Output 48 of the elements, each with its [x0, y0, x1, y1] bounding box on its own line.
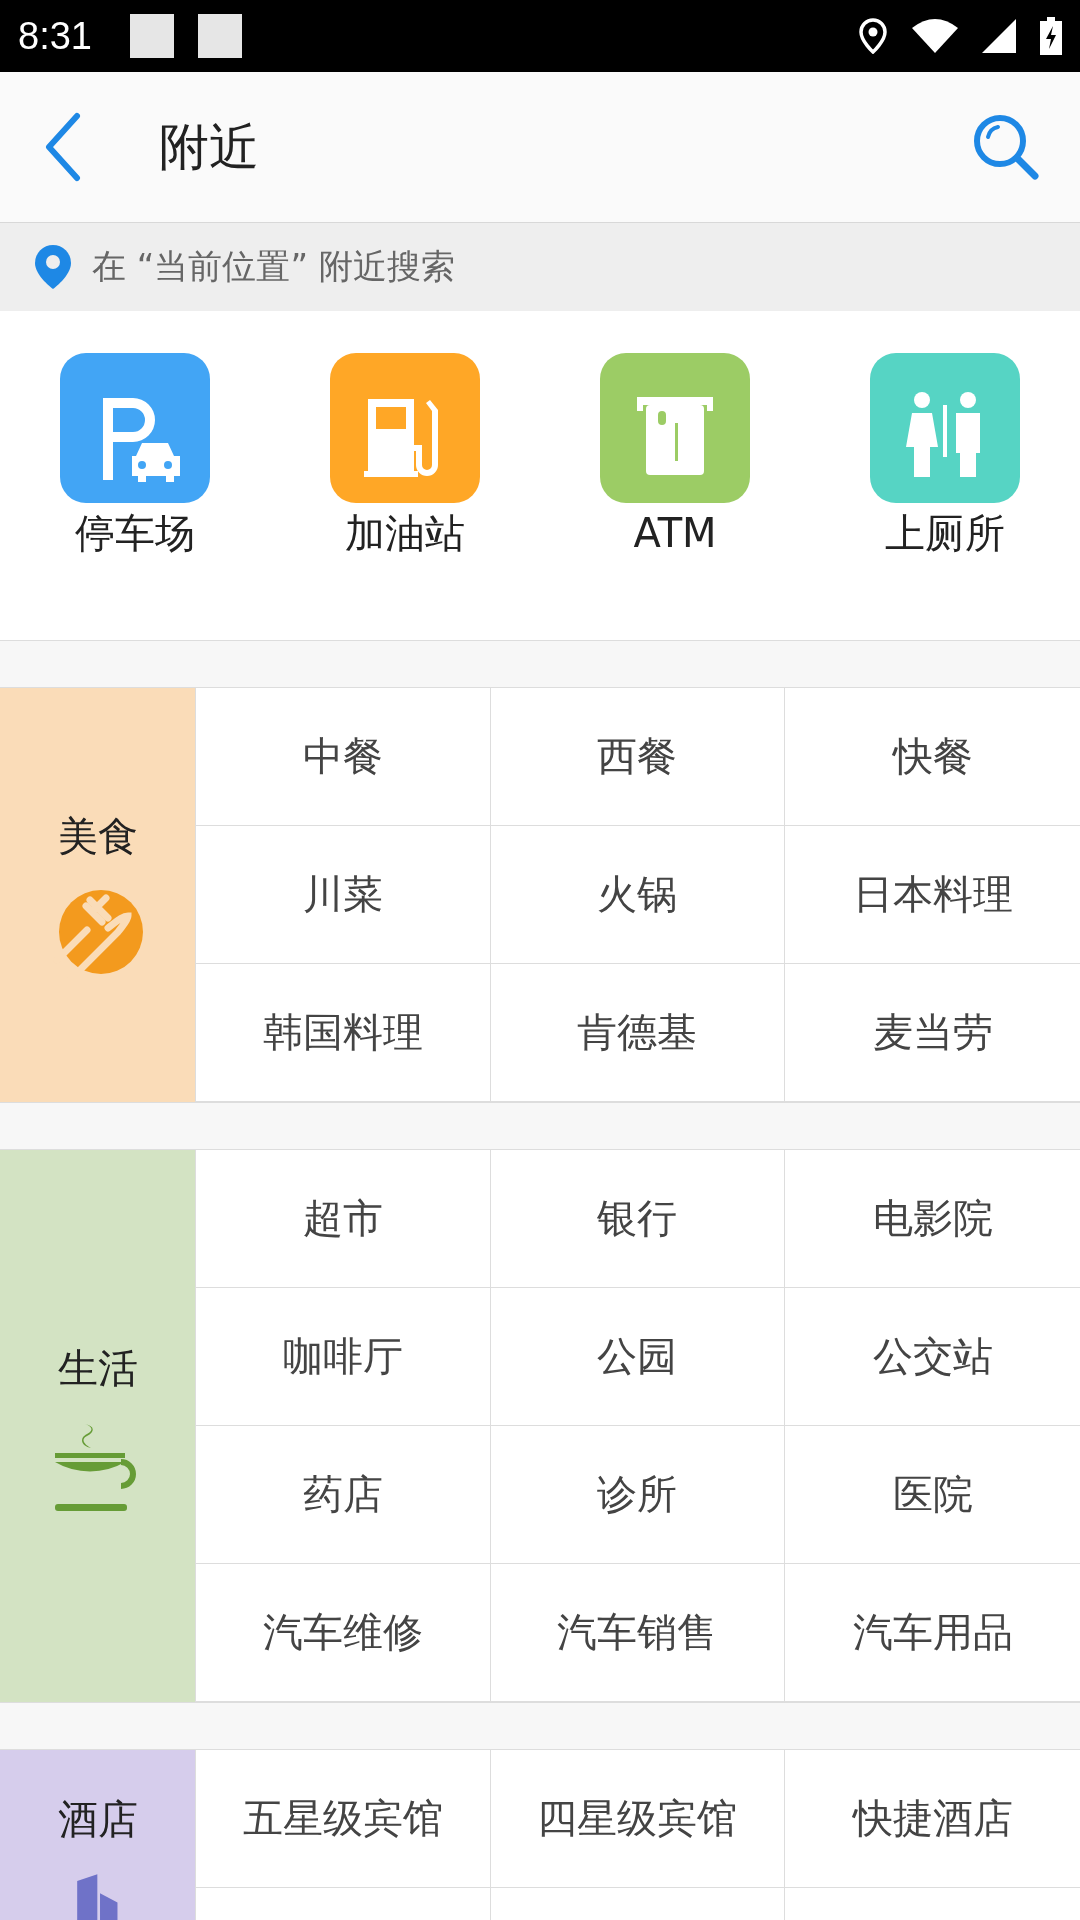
- shortcut-label: 上厕所: [885, 509, 1005, 558]
- category-item[interactable]: 咖啡厅: [196, 1288, 491, 1426]
- category-item[interactable]: 五星级宾馆: [196, 1750, 491, 1888]
- category-item[interactable]: 日本料理: [785, 826, 1080, 964]
- category-item[interactable]: 银行: [490, 1150, 786, 1288]
- shortcut-label: ATM: [633, 509, 717, 558]
- category-shortcut[interactable]: 停车场: [0, 353, 270, 640]
- nearby-search-bar[interactable]: 在 “当前位置” 附近搜索: [0, 223, 1080, 311]
- category-shortcut[interactable]: 加油站: [270, 353, 540, 640]
- category-item[interactable]: 诊所: [490, 1426, 786, 1564]
- search-icon[interactable]: [972, 113, 1040, 181]
- category-item[interactable]: 快捷酒店: [785, 1750, 1080, 1888]
- category-item[interactable]: 超市: [196, 1150, 491, 1288]
- signal-icon: [982, 19, 1016, 53]
- category-shortcut[interactable]: ATM: [540, 353, 810, 640]
- page-title: 附近: [159, 116, 260, 178]
- battery-icon: [1040, 17, 1062, 55]
- category-item[interactable]: 中餐: [196, 688, 491, 826]
- category-item[interactable]: 汽车用品: [785, 1564, 1080, 1702]
- category-item[interactable]: 药店: [196, 1426, 491, 1564]
- category-item[interactable]: 四星级宾馆: [490, 1750, 786, 1888]
- category-item[interactable]: 公园: [490, 1288, 786, 1426]
- back-icon[interactable]: [43, 112, 83, 182]
- category-item[interactable]: 韩国料理: [196, 964, 491, 1102]
- category-title: 美食: [57, 811, 138, 861]
- category-item[interactable]: 汽车维修: [196, 1564, 491, 1702]
- location-icon: [858, 18, 888, 54]
- category-item[interactable]: 肯德基: [490, 964, 786, 1102]
- category-title: 生活: [57, 1343, 138, 1393]
- category-item[interactable]: 麦当劳: [785, 964, 1080, 1102]
- category-item[interactable]: 快餐: [785, 688, 1080, 826]
- wifi-icon: [912, 19, 958, 53]
- location-pin-icon: [34, 244, 72, 290]
- category-title: 酒店: [57, 1795, 138, 1844]
- status-time: 8:31: [18, 14, 92, 58]
- category-shortcut[interactable]: 上厕所: [810, 353, 1080, 640]
- category-item[interactable]: 医院: [785, 1426, 1080, 1564]
- notification-icon: [129, 14, 174, 58]
- search-hint: 在 “当前位置” 附近搜索: [92, 245, 455, 288]
- notification-icon: [197, 14, 242, 58]
- shortcut-label: 加油站: [345, 509, 465, 558]
- category-item[interactable]: 火锅: [490, 826, 786, 964]
- category-item[interactable]: 汽车销售: [490, 1564, 786, 1702]
- category-item[interactable]: 西餐: [490, 688, 786, 826]
- shortcut-label: 停车场: [75, 509, 195, 558]
- category-item[interactable]: 公交站: [785, 1288, 1080, 1426]
- category-item[interactable]: 川菜: [196, 826, 491, 964]
- category-item[interactable]: 电影院: [785, 1150, 1080, 1288]
